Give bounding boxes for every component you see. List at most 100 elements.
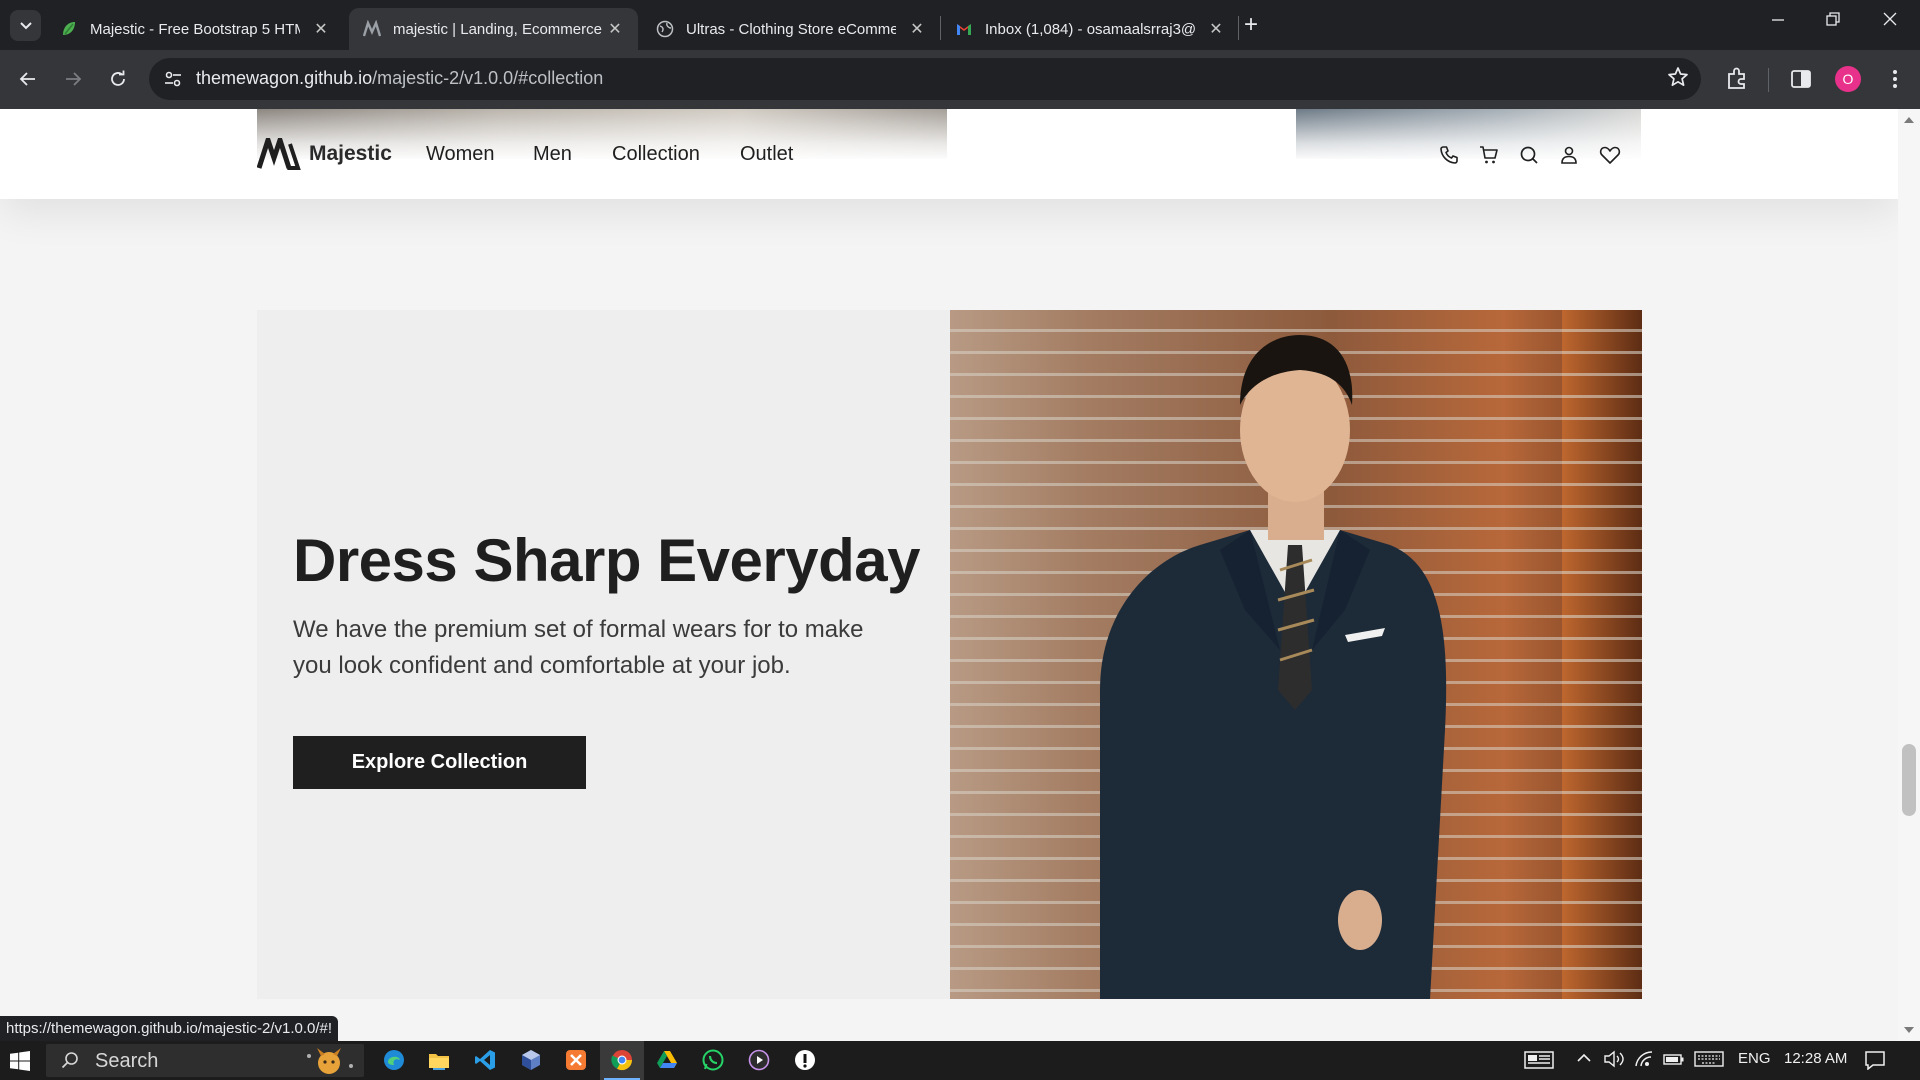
wifi-icon [1635, 1051, 1653, 1067]
side-panel-icon[interactable] [1788, 66, 1814, 92]
restore-icon [1826, 12, 1840, 26]
taskbar-search-placeholder: Search [95, 1050, 159, 1072]
url-path: /majestic-2/v1.0.0/#collection [372, 68, 604, 88]
nav-women[interactable]: Women [426, 143, 495, 166]
news-widget-icon[interactable] [1524, 1049, 1554, 1071]
battery-button[interactable] [1663, 1050, 1685, 1072]
xampp-icon[interactable] [565, 1049, 587, 1071]
tab-gmail-inbox[interactable]: Inbox (1,084) - osamaalsrraj3@gmail.com … [941, 8, 1239, 50]
phone-button[interactable] [1439, 143, 1479, 167]
speaker-icon [1604, 1050, 1624, 1068]
scrollbar-thumb[interactable] [1902, 744, 1916, 816]
hero-title: Dress Sharp Everyday [293, 527, 921, 594]
tab-ultras[interactable]: Ultras - Clothing Store eCommerce ✕ [642, 8, 940, 50]
nav-outlet[interactable]: Outlet [740, 143, 793, 166]
extensions-icon[interactable] [1724, 66, 1750, 92]
notification-center-button[interactable] [1864, 1050, 1886, 1074]
chrome-taskbar-button[interactable] [600, 1041, 644, 1080]
edge-icon[interactable] [383, 1049, 405, 1071]
user-icon [1561, 146, 1577, 164]
more-menu-icon[interactable] [1882, 66, 1908, 92]
globe-icon [656, 20, 674, 38]
arrow-right-icon [66, 72, 82, 86]
page-viewport: Majestic Women Men Collection Outlet Dre… [0, 109, 1898, 1041]
hero-description: We have the premium set of formal wears … [293, 616, 864, 679]
minimize-button[interactable] [1758, 10, 1798, 31]
media-player-icon[interactable] [748, 1049, 770, 1071]
windows-start-icon[interactable] [10, 1051, 30, 1071]
show-hidden-icons-button[interactable] [1576, 1050, 1592, 1070]
tab-majestic-landing[interactable]: majestic | Landing, Ecommerce ✕ [349, 8, 638, 50]
url-text: themewagon.github.io/majestic-2/v1.0.0/#… [196, 68, 603, 89]
keyboard-icon [1694, 1051, 1724, 1067]
chrome-icon [611, 1050, 633, 1071]
reload-button[interactable] [103, 64, 133, 94]
phone-icon [1440, 146, 1458, 164]
profile-avatar[interactable]: O [1835, 66, 1861, 92]
windows-taskbar: Search ENG 12:28 AM [0, 1041, 1920, 1080]
scroll-up-arrow[interactable] [1904, 117, 1914, 123]
vscode-icon[interactable] [474, 1049, 496, 1071]
scroll-down-arrow[interactable] [1904, 1027, 1914, 1033]
cart-button[interactable] [1479, 143, 1519, 167]
tab-majestic-free[interactable]: Majestic - Free Bootstrap 5 HTML ✕ [46, 8, 344, 50]
brand-logo[interactable]: Majestic [257, 138, 392, 170]
hero-image [950, 310, 1642, 999]
google-drive-icon[interactable] [656, 1049, 678, 1071]
battery-icon [1663, 1054, 1684, 1065]
system-clock[interactable]: 12:28 AM [1784, 1050, 1847, 1067]
majestic-logo-icon [257, 138, 301, 170]
forward-button[interactable] [58, 64, 88, 94]
search-button[interactable] [1519, 143, 1559, 167]
touch-keyboard-button[interactable] [1694, 1050, 1724, 1072]
majestic-favicon-icon [363, 20, 381, 37]
address-bar[interactable]: themewagon.github.io/majestic-2/v1.0.0/#… [149, 58, 1701, 100]
heart-icon [1599, 146, 1621, 164]
tab-title: Inbox (1,084) - osamaalsrraj3@gmail.com [985, 20, 1195, 38]
reload-icon [111, 70, 125, 86]
minimize-icon [1772, 19, 1784, 21]
whatsapp-icon[interactable] [702, 1049, 724, 1071]
tab-search-dropdown[interactable] [10, 10, 41, 41]
wishlist-button[interactable] [1599, 143, 1639, 167]
tab-close-button[interactable]: ✕ [606, 19, 624, 39]
nav-men[interactable]: Men [533, 143, 572, 166]
tab-close-button[interactable]: ✕ [1207, 19, 1225, 39]
close-icon [1883, 12, 1897, 26]
star-icon [1668, 67, 1688, 87]
restore-button[interactable] [1813, 10, 1853, 31]
site-info-icon[interactable] [163, 69, 183, 89]
brand-name: Majestic [309, 142, 392, 165]
new-tab-button[interactable]: + [1244, 12, 1258, 38]
page-scrollbar[interactable] [1898, 109, 1920, 1041]
site-header: Majestic Women Men Collection Outlet [0, 109, 1898, 199]
search-icon [1520, 146, 1538, 164]
network-button[interactable] [1634, 1050, 1654, 1072]
close-window-button[interactable] [1870, 10, 1910, 31]
chevron-down-icon [19, 21, 32, 29]
input-language[interactable]: ENG [1738, 1050, 1771, 1067]
account-button[interactable] [1559, 143, 1599, 167]
header-actions [1439, 143, 1639, 167]
gmail-icon [957, 24, 971, 35]
cube-app-icon[interactable] [520, 1049, 542, 1071]
tab-close-button[interactable]: ✕ [908, 19, 926, 39]
explore-collection-button[interactable]: Explore Collection [293, 736, 586, 789]
nav-collection[interactable]: Collection [612, 143, 700, 166]
tab-separator [1238, 16, 1239, 40]
volume-button[interactable] [1603, 1050, 1625, 1072]
cart-icon [1480, 146, 1498, 164]
notification-icon [1865, 1051, 1885, 1071]
file-explorer-icon[interactable] [428, 1049, 450, 1071]
browser-tab-bar: Majestic - Free Bootstrap 5 HTML ✕ majes… [0, 0, 1920, 50]
tab-title: Ultras - Clothing Store eCommerce [686, 20, 896, 38]
themewagon-favicon-icon [63, 22, 75, 35]
tab-title: Majestic - Free Bootstrap 5 HTML [90, 20, 300, 38]
taskbar-search-box[interactable]: Search [46, 1044, 364, 1077]
search-highlight-icon [307, 1048, 353, 1074]
tab-close-button[interactable]: ✕ [312, 19, 330, 39]
hero-panel: Dress Sharp Everyday We have the premium… [257, 310, 950, 999]
info-app-icon[interactable] [794, 1049, 816, 1071]
back-button[interactable] [13, 64, 43, 94]
bookmark-button[interactable] [1667, 66, 1689, 94]
